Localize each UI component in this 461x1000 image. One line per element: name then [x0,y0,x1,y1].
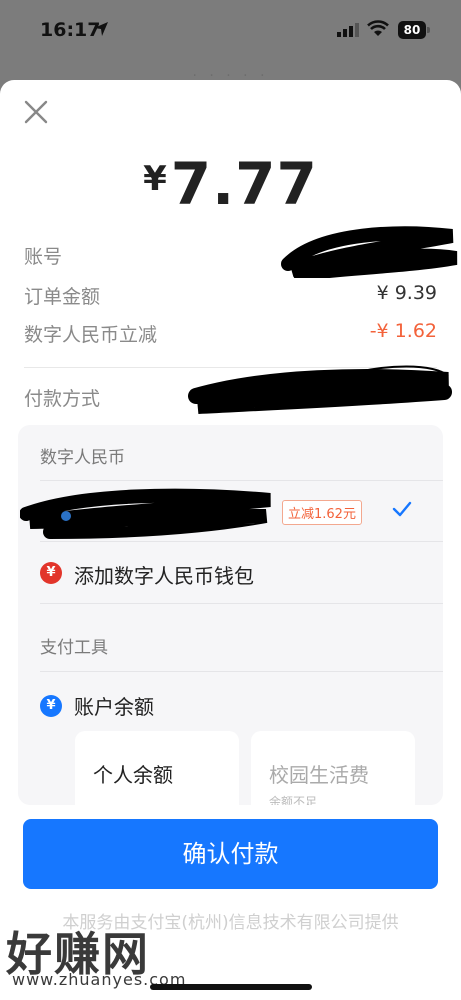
balance-label: 账户余额 [74,695,154,719]
yuan-icon: ¥ [40,695,62,717]
tile-label: 校园生活费 [269,763,369,787]
divider [40,603,443,604]
battery-tip [427,27,430,33]
cellular-signal-icon [337,23,359,37]
redaction-scribble [20,488,271,539]
payment-options-card: 数字人民币 立减1.62元 ¥ 添加数字人民币钱包 支付工具 ¥ 账户余额 个人… [18,425,443,805]
campus-fee-tile[interactable]: 校园生活费 余额不足 [251,731,415,805]
status-time: 16:17 [40,19,101,41]
home-indicator [150,984,312,990]
tile-sub: 余额不足 [269,795,318,805]
tile-label: 个人余额 [93,763,173,787]
account-label: 账号 [24,246,63,268]
wifi-icon [367,20,389,36]
battery-indicator: 80 [398,21,426,39]
payment-amount: ¥7.77 [0,150,461,218]
checkmark-icon [392,501,412,517]
location-arrow-icon [94,22,108,36]
tools-section-title: 支付工具 [40,638,108,658]
discount-label: 数字人民币立减 [24,324,158,346]
ecny-icon: ¥ [40,562,62,584]
battery-level: 80 [403,23,421,37]
confirm-payment-button[interactable]: 确认付款 [23,819,438,889]
personal-balance-tile[interactable]: 个人余额 [75,731,239,805]
amount-value: 7.77 [170,150,318,218]
discount-badge: 立减1.62元 [282,500,362,525]
divider [40,671,443,672]
redaction-scribble [188,365,452,414]
ecny-section-title: 数字人民币 [40,448,125,468]
add-ecny-wallet-option[interactable]: ¥ 添加数字人民币钱包 [18,542,443,602]
payment-method-label: 付款方式 [24,388,101,410]
order-amount-label: 订单金额 [24,286,101,308]
order-amount-value: ¥ 9.39 [376,282,437,304]
discount-value: -¥ 1.62 [369,320,437,342]
status-bar: 16:17 80 [0,0,461,62]
close-icon[interactable] [22,98,50,126]
redaction-scribble [281,226,458,278]
currency-symbol: ¥ [143,159,167,199]
add-wallet-label: 添加数字人民币钱包 [74,564,254,588]
